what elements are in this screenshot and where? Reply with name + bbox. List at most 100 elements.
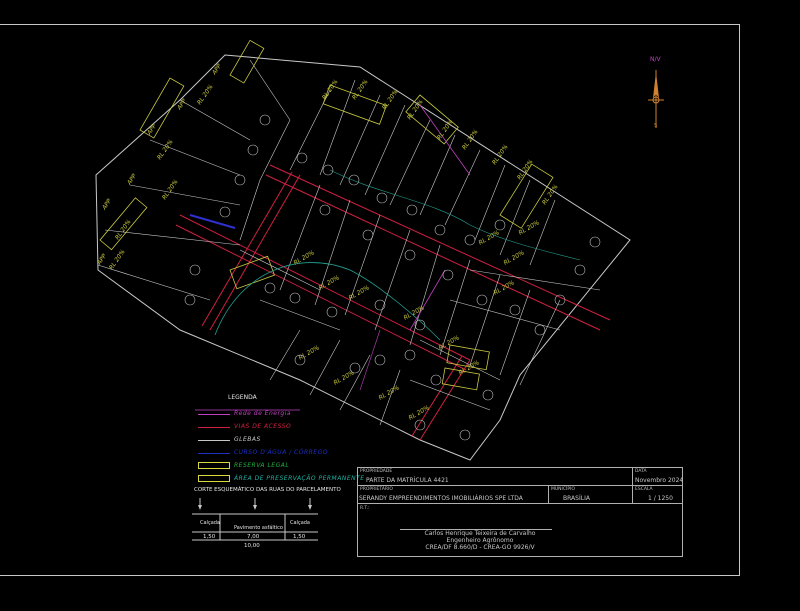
- legend-label: RESERVA LEGAL: [234, 462, 290, 469]
- lot-marker: [476, 294, 488, 306]
- legend-title: LEGENDA: [228, 394, 257, 401]
- lot-marker: [534, 324, 546, 336]
- lot-marker: [349, 362, 361, 374]
- lot-label: RL 20%: [156, 138, 175, 161]
- engineer-registration: CREA/DF 8.660/D - CREA-GO 9926/V: [425, 544, 535, 551]
- lot-label: RL 20%: [403, 304, 426, 322]
- lot-label: RL 20%: [114, 218, 133, 241]
- legal-reserve-area: [229, 39, 265, 84]
- lot-marker: [414, 419, 426, 431]
- lot-marker: [348, 174, 360, 186]
- lot-marker: [376, 192, 388, 204]
- legend-label: VIAS DE ACESSO: [234, 423, 292, 430]
- parcel-line: [279, 184, 321, 291]
- legend-item: RESERVA LEGAL: [198, 462, 358, 471]
- property-label: PROPRIEDADE: [360, 469, 393, 474]
- lot-marker: [406, 204, 418, 216]
- property-value: PARTE DA MATRÍCULA 4421: [366, 477, 449, 484]
- parcel-line: [519, 299, 561, 386]
- lot-label: RL 20%: [293, 249, 316, 267]
- lot-label: RL 20%: [321, 78, 340, 101]
- lot-marker: [319, 204, 331, 216]
- lot-marker: [589, 236, 601, 248]
- stream-line: [189, 214, 236, 229]
- parcel-line: [474, 164, 506, 241]
- section-right-label: Calçada: [290, 520, 310, 526]
- parcel-line: [129, 184, 241, 206]
- app-label: APP: [100, 198, 113, 212]
- section-total-value: 10,00: [244, 543, 260, 549]
- section-center-label: Pavimento asfáltico: [234, 525, 283, 531]
- property-boundary: [95, 54, 631, 461]
- lot-marker: [494, 219, 506, 231]
- parcel-line: [449, 299, 561, 331]
- rt-label: R.T.:: [360, 506, 370, 511]
- lot-label: RL 20%: [351, 78, 370, 101]
- parcel-line: [389, 119, 431, 206]
- lot-marker: [184, 294, 196, 306]
- section-title: CORTE ESQUEMÁTICO DAS RUAS DO PARCELAMEN…: [194, 487, 341, 493]
- section-left-value: 1,50: [203, 534, 216, 540]
- lot-label: RL 20%: [518, 219, 541, 237]
- parcel-line: [499, 289, 531, 376]
- parcel-line: [339, 94, 381, 186]
- lot-label: RL 20%: [491, 143, 510, 166]
- section-center-value: 7,00: [247, 534, 260, 540]
- lot-label: RL 20%: [503, 249, 526, 267]
- lot-marker: [234, 174, 246, 186]
- lot-label: RL 20%: [406, 98, 425, 121]
- lot-label: RL 20%: [161, 178, 180, 201]
- legend-item: GLEBAS: [198, 436, 358, 445]
- owner-label: PROPRIETÁRIO: [360, 487, 393, 492]
- power-line: [409, 269, 446, 331]
- access-road: [411, 355, 463, 437]
- legend-item: VIAS DE ACESSO: [198, 423, 358, 432]
- app-label: APP: [145, 123, 158, 137]
- lot-label: RL 20%: [348, 284, 371, 302]
- lot-marker: [296, 152, 308, 164]
- power-line: [359, 329, 381, 391]
- city-label: MUNICÍPIO: [551, 487, 575, 492]
- lot-marker: [442, 269, 454, 281]
- app-label: APP: [125, 173, 138, 187]
- parcel-line: [179, 99, 251, 141]
- access-road: [201, 171, 293, 327]
- access-road: [209, 174, 301, 331]
- lot-marker: [404, 249, 416, 261]
- city-value: BRASÍLIA: [563, 495, 590, 502]
- lot-marker: [482, 389, 494, 401]
- lot-marker: [264, 282, 276, 294]
- scale-label: ESCALA: [635, 487, 653, 492]
- lot-marker: [326, 306, 338, 318]
- legend-swatch: [198, 462, 230, 469]
- lot-label: RL 20%: [333, 369, 356, 387]
- date-label: DATA: [635, 469, 647, 474]
- parcel-line: [269, 329, 301, 381]
- owner-value: SERANDY EMPREENDIMENTOS IMOBILIÁRIOS SPE…: [359, 495, 523, 502]
- lot-marker: [464, 234, 476, 246]
- legend-swatch: [198, 475, 230, 482]
- lot-marker: [374, 354, 386, 366]
- lot-marker: [434, 224, 446, 236]
- lot-marker: [189, 264, 201, 276]
- parcel-line: [529, 199, 556, 266]
- parcel-line: [444, 149, 481, 226]
- legend-label: GLEBAS: [234, 436, 261, 443]
- north-label: N/V: [650, 56, 661, 63]
- legend-label: ÁREA DE PRESERVAÇÃO PERMANENTE: [234, 475, 365, 482]
- legend-item: Rede de Energia: [198, 410, 358, 419]
- lot-marker: [322, 164, 334, 176]
- lot-label: RL 20%: [381, 88, 400, 111]
- lot-label: RL 20%: [108, 248, 127, 271]
- legend-swatch: [198, 427, 230, 428]
- legend-swatch: [198, 440, 230, 441]
- lot-marker: [404, 349, 416, 361]
- engineer-name: Carlos Henrique Teixeira de Carvalho: [424, 530, 536, 537]
- lot-marker: [289, 292, 301, 304]
- legend-swatch: [198, 453, 230, 454]
- parcel-line: [249, 59, 291, 121]
- lot-label: RL 20%: [461, 128, 480, 151]
- scale-value: 1 / 1250: [648, 495, 673, 502]
- lot-marker: [247, 144, 259, 156]
- app-label: APP: [175, 98, 188, 112]
